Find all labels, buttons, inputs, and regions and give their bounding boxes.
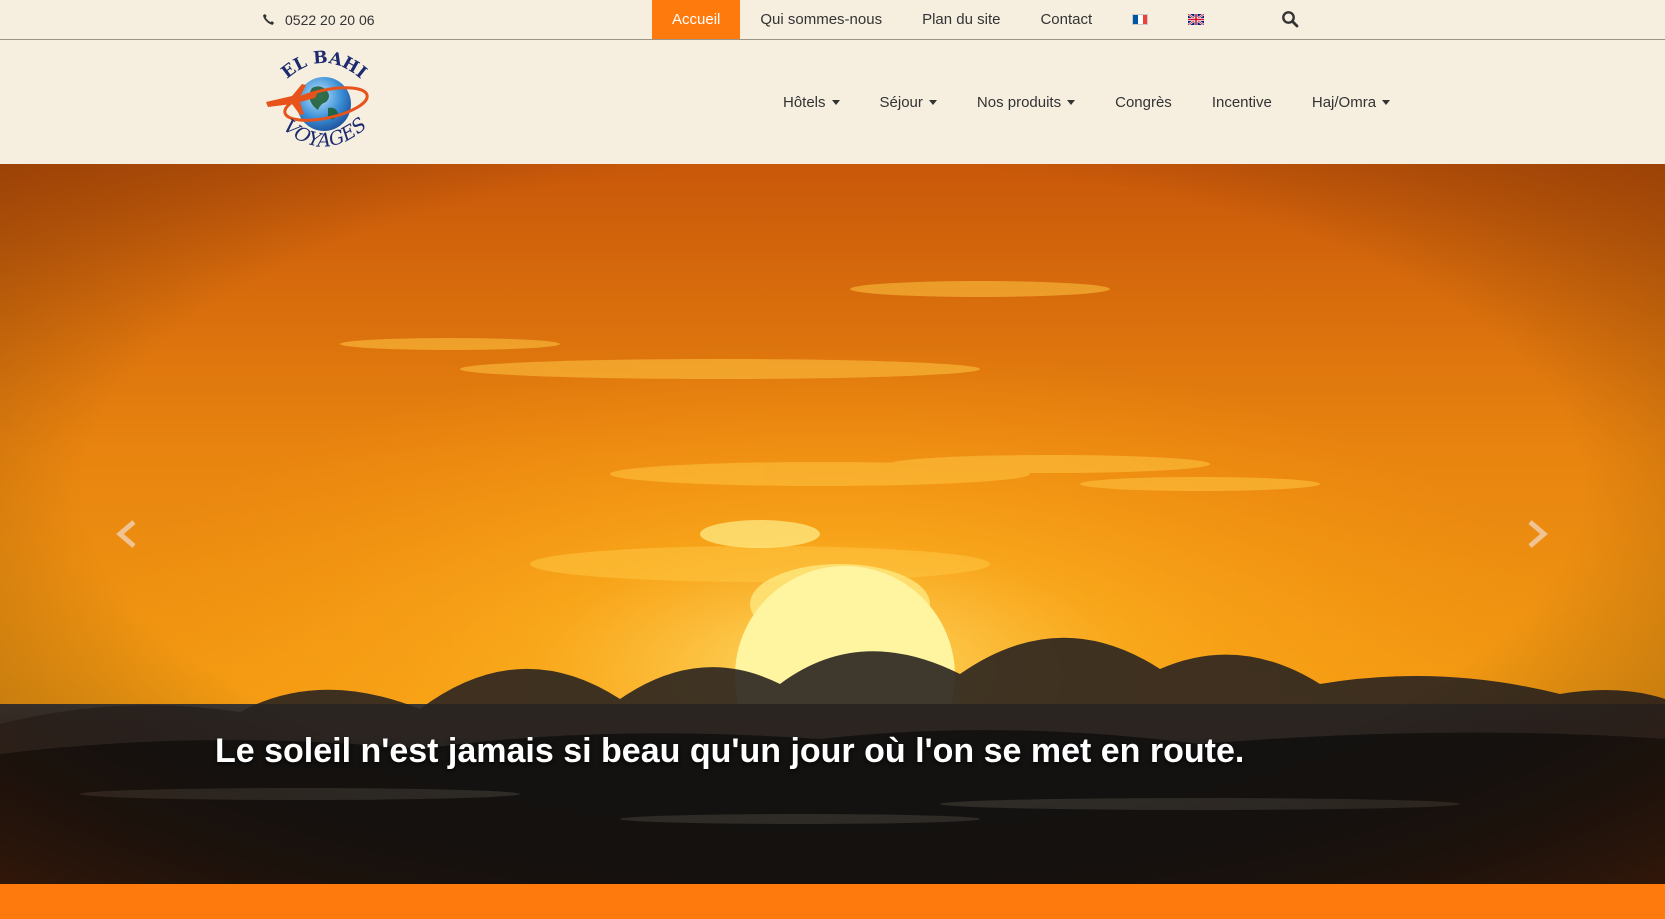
hero-caption: Le soleil n'est jamais si beau qu'un jou… [215, 732, 1245, 770]
nav-sejour[interactable]: Séjour [860, 94, 957, 111]
caret-down-icon [1382, 99, 1391, 105]
el-bahi-voyages-logo[interactable]: EL BAHI VOYAGES [262, 44, 382, 162]
caret-down-icon [831, 99, 840, 105]
language-english[interactable] [1168, 0, 1224, 39]
carousel-prev-chevron-left-icon[interactable] [108, 514, 148, 554]
main-navigation: Hôtels Séjour Nos produits Congrès Incen… [763, 40, 1410, 164]
caret-down-icon [928, 99, 937, 105]
sunset-slide-image [0, 164, 1665, 884]
main-header: EL BAHI VOYAGES Hôtels Séjour Nos produi… [0, 40, 1665, 164]
carousel-next-chevron-right-icon[interactable] [1516, 514, 1556, 554]
nav-haj-omra[interactable]: Haj/Omra [1292, 94, 1410, 111]
top-nav-plan-du-site[interactable]: Plan du site [902, 0, 1020, 39]
top-bar: 0522 20 20 06 Accueil Qui sommes-nous Pl… [0, 0, 1665, 40]
caret-down-icon [1067, 99, 1076, 105]
phone-number: 0522 20 20 06 [285, 11, 375, 28]
nav-hotels[interactable]: Hôtels [763, 94, 860, 111]
hero-carousel: Le soleil n'est jamais si beau qu'un jou… [0, 164, 1665, 884]
nav-congres[interactable]: Congrès [1095, 94, 1192, 111]
top-nav-contact[interactable]: Contact [1020, 0, 1112, 39]
top-nav-accueil[interactable]: Accueil [652, 0, 741, 39]
nav-nos-produits[interactable]: Nos produits [957, 94, 1095, 111]
fr-flag-icon [1132, 14, 1149, 25]
search-icon[interactable] [1281, 10, 1299, 28]
uk-flag-icon [1188, 14, 1205, 25]
top-navigation: Accueil Qui sommes-nous Plan du site Con… [652, 0, 1224, 39]
phone-icon [263, 13, 275, 25]
phone-contact: 0522 20 20 06 [262, 0, 375, 39]
top-nav-qui-sommes-nous[interactable]: Qui sommes-nous [740, 0, 902, 39]
bottom-orange-band [0, 884, 1665, 919]
nav-incentive[interactable]: Incentive [1192, 94, 1292, 111]
language-french[interactable] [1112, 0, 1168, 39]
